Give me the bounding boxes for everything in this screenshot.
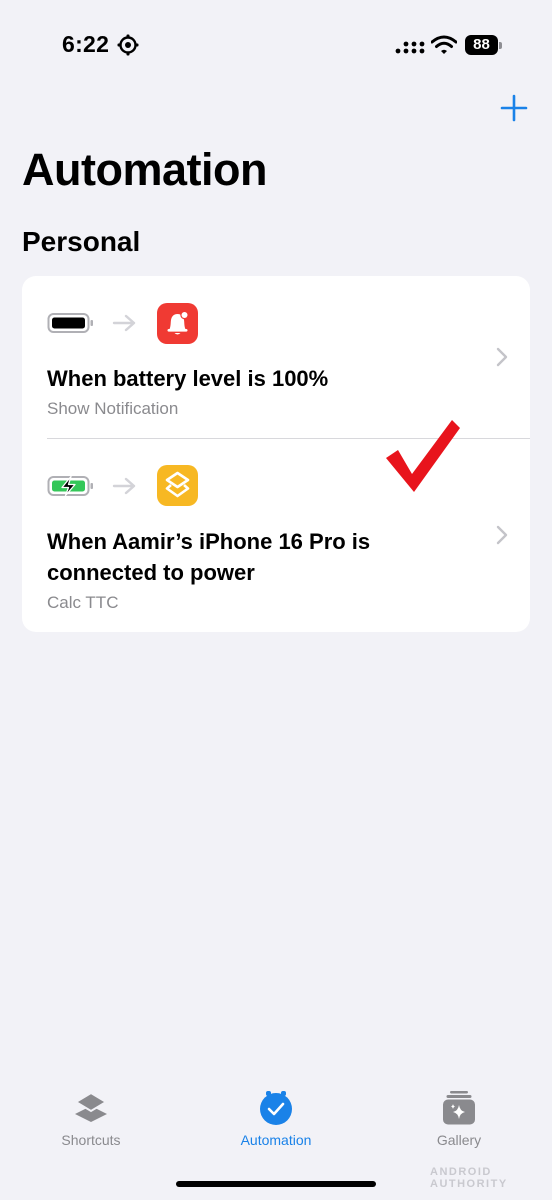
focus-gear-icon bbox=[117, 34, 139, 56]
section-title: Personal bbox=[22, 226, 141, 257]
battery-cap bbox=[499, 42, 502, 49]
tab-label: Shortcuts bbox=[61, 1132, 121, 1148]
automation-action-label: Show Notification bbox=[47, 399, 179, 418]
automation-title: When battery level is 100% bbox=[47, 366, 329, 391]
tab-label: Automation bbox=[240, 1132, 312, 1148]
screen: 6:22 88 Automation Personal When battery… bbox=[0, 0, 552, 1200]
battery-level: 88 bbox=[465, 35, 498, 55]
red-checkmark-icon bbox=[386, 420, 460, 492]
tab-shortcuts[interactable]: Shortcuts bbox=[21, 1090, 161, 1160]
tab-automation[interactable]: Automation bbox=[206, 1090, 346, 1160]
tab-gallery[interactable]: Gallery bbox=[389, 1090, 529, 1160]
shortcuts-icon bbox=[157, 465, 198, 506]
notification-bell-icon bbox=[157, 303, 198, 344]
automation-title: When Aamir’s iPhone 16 Pro is connected … bbox=[47, 529, 371, 585]
home-indicator[interactable] bbox=[176, 1181, 376, 1187]
status-bar: 6:22 88 bbox=[0, 0, 552, 90]
page-title: Automation bbox=[22, 144, 267, 195]
wifi-icon bbox=[431, 35, 457, 54]
arrow-right-icon bbox=[112, 314, 136, 332]
cellular-signal-icon bbox=[395, 38, 425, 54]
arrow-right-icon bbox=[112, 477, 136, 495]
gallery-sparkle-icon bbox=[443, 1091, 475, 1125]
tab-label: Gallery bbox=[436, 1132, 482, 1148]
automation-check-icon bbox=[260, 1091, 292, 1125]
chevron-right-icon bbox=[496, 525, 508, 545]
battery-charging-icon bbox=[47, 475, 93, 497]
add-automation-button[interactable] bbox=[498, 92, 530, 124]
shortcuts-layers-icon bbox=[74, 1091, 108, 1122]
battery-indicator: 88 bbox=[465, 35, 503, 55]
automation-action-label: Calc TTC bbox=[47, 593, 119, 612]
watermark: ANDROID AUTHORITY bbox=[430, 1166, 508, 1190]
chevron-right-icon bbox=[496, 347, 508, 367]
automation-row-battery-level[interactable]: When battery level is 100% Show Notifica… bbox=[22, 276, 530, 438]
battery-full-icon bbox=[47, 313, 93, 333]
status-time: 6:22 bbox=[62, 31, 110, 57]
